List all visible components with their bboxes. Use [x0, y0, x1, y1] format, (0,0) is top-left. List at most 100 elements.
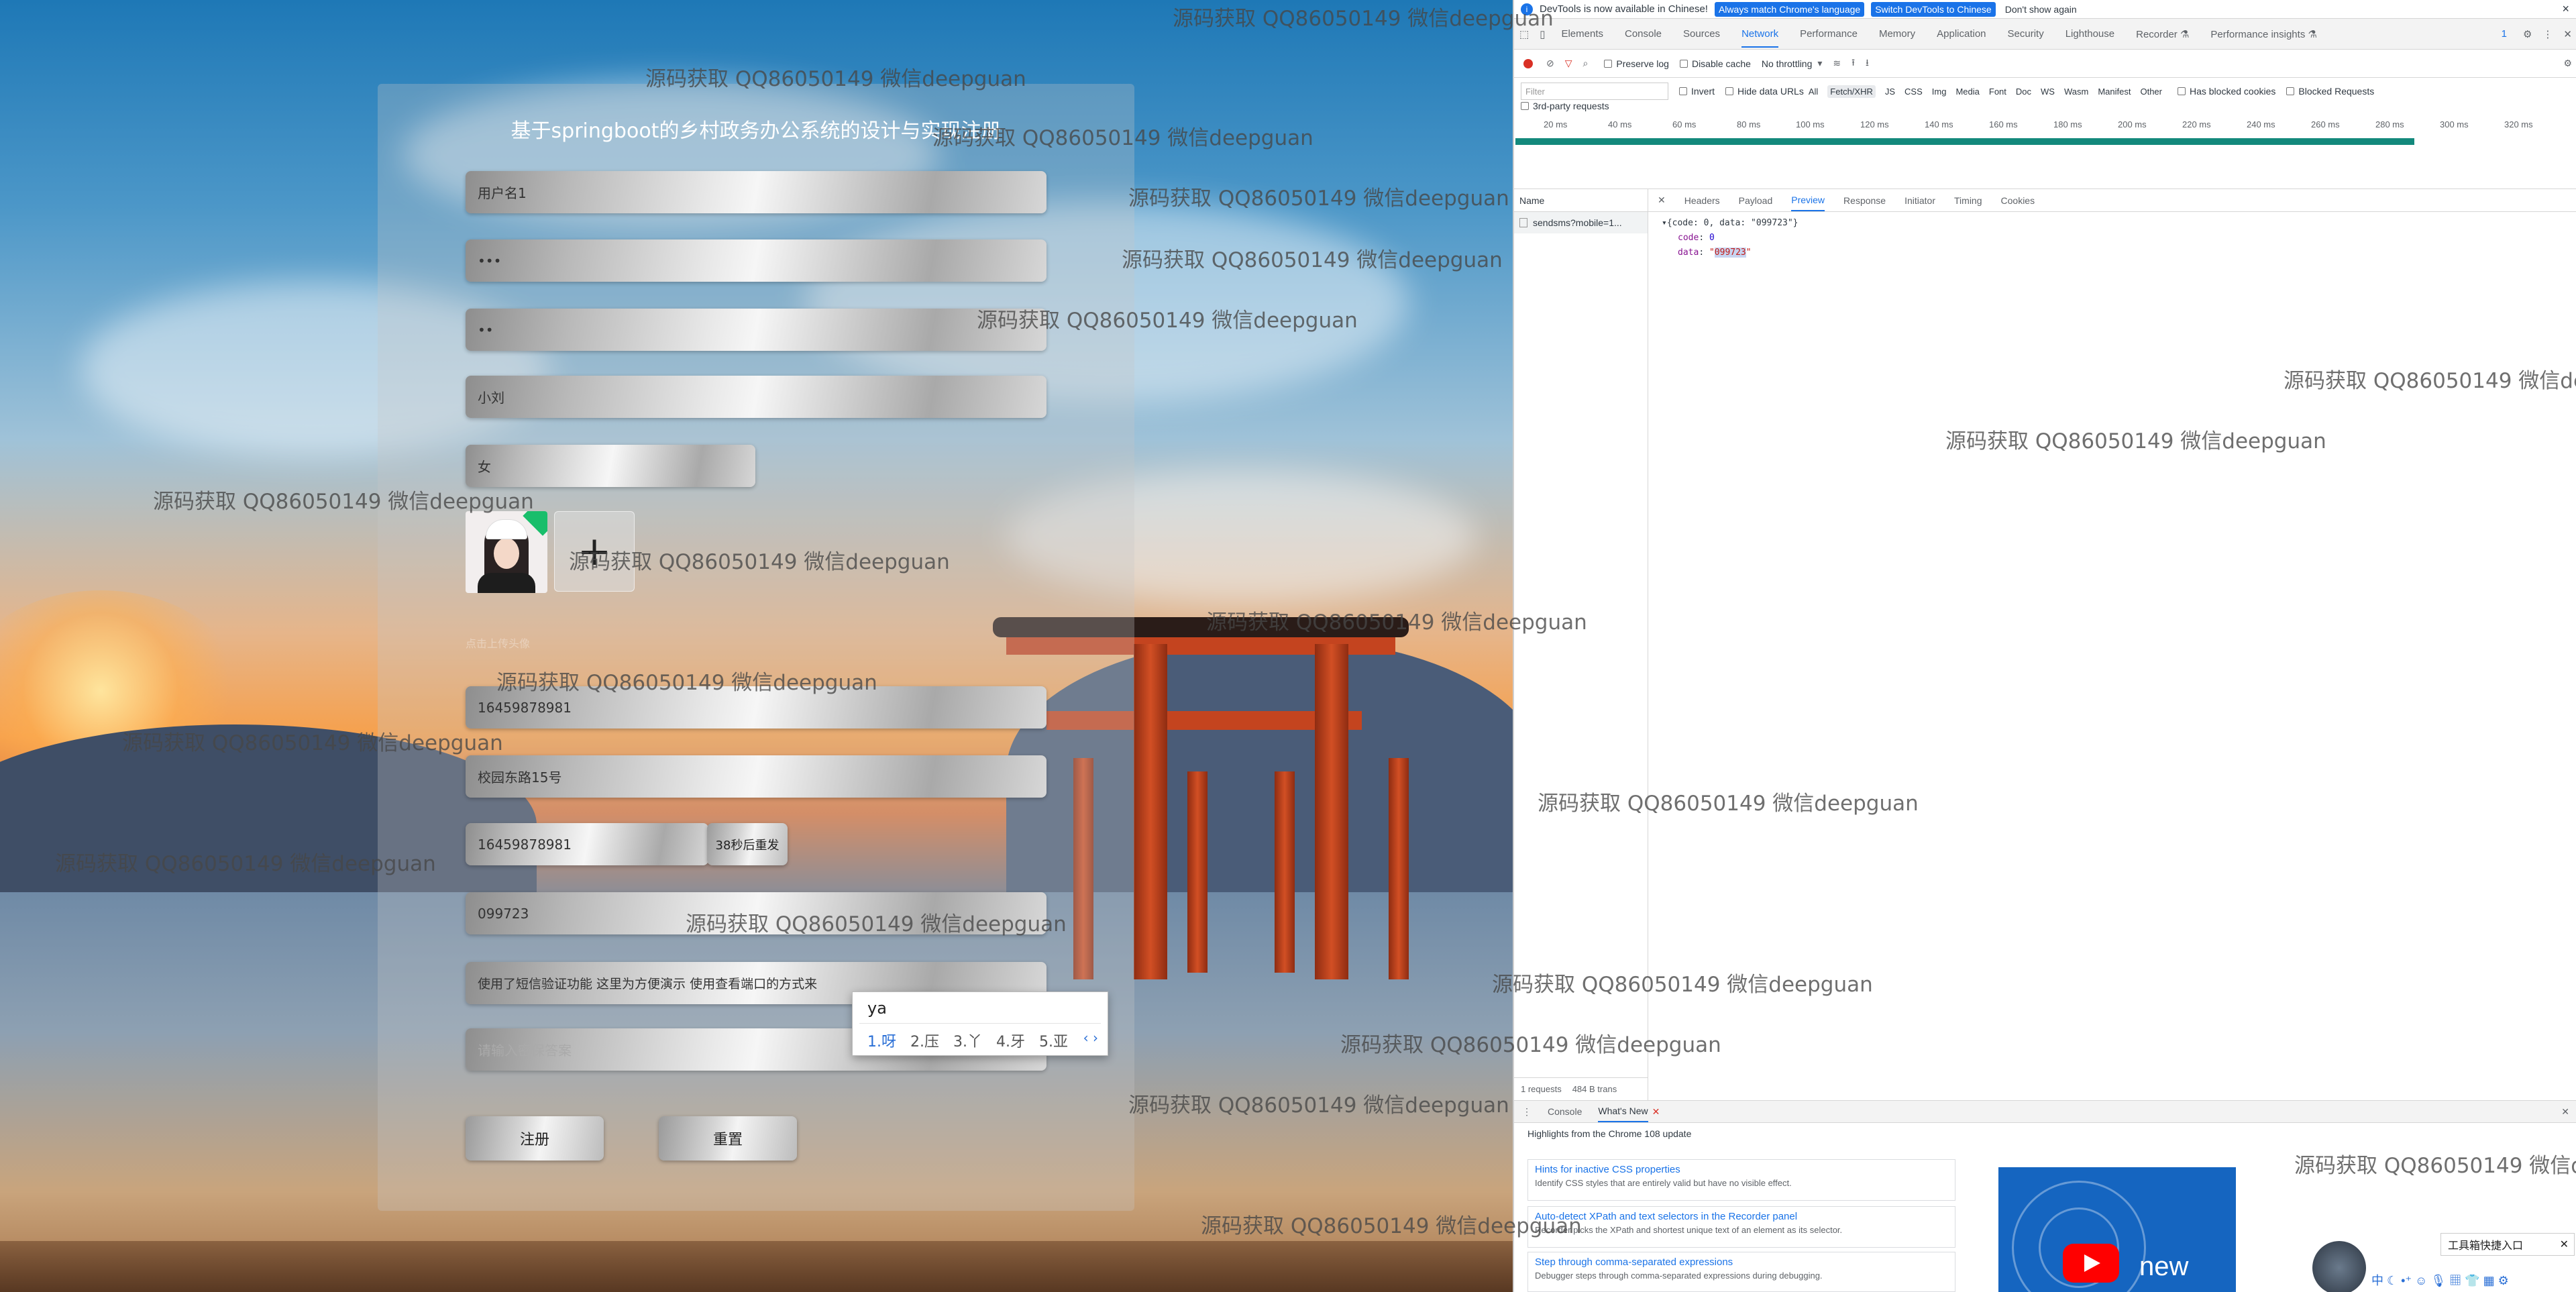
- tab-memory[interactable]: Memory: [1879, 28, 1915, 40]
- settings-icon[interactable]: ⚙: [2523, 28, 2532, 40]
- preserve-log-checkbox[interactable]: [1604, 59, 1613, 68]
- ime-candidate[interactable]: 2.压: [910, 1034, 939, 1051]
- match-language-button[interactable]: Always match Chrome's language: [1714, 1, 1865, 17]
- switch-chinese-button[interactable]: Switch DevTools to Chinese: [1871, 1, 1996, 17]
- whats-new-video[interactable]: new: [1998, 1167, 2236, 1292]
- confirm-password-input[interactable]: ••: [466, 309, 1046, 351]
- tab-network[interactable]: Network: [1741, 20, 1779, 48]
- timeline-tick: 160 ms: [1989, 119, 2018, 129]
- device-toolbar-icon[interactable]: ▯: [1540, 28, 1545, 40]
- filter-type[interactable]: CSS: [1904, 87, 1923, 97]
- drawer-tab-console[interactable]: Console: [1548, 1106, 1582, 1117]
- close-icon[interactable]: ×: [2562, 2, 2569, 16]
- record-icon[interactable]: [1523, 58, 1533, 68]
- import-icon[interactable]: ⭱: [1851, 56, 1855, 72]
- tab-response[interactable]: Response: [1843, 195, 1886, 206]
- ime-candidate[interactable]: 4.牙: [996, 1034, 1025, 1051]
- third-party-checkbox[interactable]: [1521, 102, 1529, 110]
- inspect-icon[interactable]: ⬚: [1519, 28, 1529, 40]
- reset-button[interactable]: 重置: [659, 1116, 797, 1161]
- export-icon[interactable]: ⭳: [1866, 56, 1869, 72]
- tab-application[interactable]: Application: [1937, 28, 1986, 40]
- invert-checkbox[interactable]: [1679, 87, 1687, 95]
- tab-headers[interactable]: Headers: [1684, 195, 1720, 206]
- register-button[interactable]: 注册: [466, 1116, 604, 1161]
- ime-page-arrows[interactable]: ‹ ›: [1083, 1030, 1098, 1046]
- tab-cookies[interactable]: Cookies: [2001, 195, 2035, 206]
- password-input[interactable]: •••: [466, 239, 1046, 282]
- blocked-cookies-checkbox[interactable]: [2177, 87, 2186, 95]
- ime-candidate[interactable]: 1.呀: [867, 1034, 896, 1051]
- avatar-thumbnail[interactable]: [466, 511, 547, 593]
- play-icon[interactable]: [2063, 1244, 2119, 1283]
- tab-preview[interactable]: Preview: [1791, 190, 1825, 211]
- tab-payload[interactable]: Payload: [1739, 195, 1773, 206]
- network-settings-icon[interactable]: ⚙: [2563, 58, 2572, 69]
- filter-type[interactable]: Font: [1989, 87, 2006, 97]
- filter-icon[interactable]: ▽: [1565, 58, 1572, 69]
- throttling-select[interactable]: No throttling: [1762, 58, 1812, 69]
- tab-performance[interactable]: Performance: [1800, 28, 1858, 40]
- address-input[interactable]: 校园东路15号: [466, 755, 1046, 798]
- issues-badge[interactable]: 1: [2502, 28, 2507, 40]
- ime-toolbar[interactable]: 中 ☾ •⁺ ☺ 🎙 ▦ 👕 ▦ ⚙: [2371, 1268, 2576, 1292]
- dont-show-again-button[interactable]: Don't show again: [2005, 4, 2077, 15]
- filter-type[interactable]: Wasm: [2064, 87, 2088, 97]
- whats-new-card[interactable]: Step through comma-separated expressions…: [1527, 1252, 1955, 1292]
- close-detail-icon[interactable]: ✕: [1658, 195, 1666, 206]
- close-drawer-icon[interactable]: ✕: [2561, 1106, 2569, 1118]
- network-conditions-icon[interactable]: ≋: [1833, 58, 1841, 69]
- filter-all[interactable]: All: [1809, 87, 1818, 97]
- tab-recorder[interactable]: Recorder ⚗: [2136, 28, 2189, 40]
- network-timeline[interactable]: 20 ms 40 ms 60 ms 80 ms 100 ms 120 ms 14…: [1514, 115, 2576, 189]
- filter-type[interactable]: Manifest: [2098, 87, 2131, 97]
- sms-code-input[interactable]: 099723: [466, 892, 1046, 934]
- search-icon[interactable]: ⌕: [1583, 58, 1589, 69]
- tab-initiator[interactable]: Initiator: [1904, 195, 1935, 206]
- hide-data-urls-checkbox[interactable]: [1725, 87, 1734, 95]
- close-icon[interactable]: ✕: [2560, 1238, 2569, 1251]
- filter-type[interactable]: Img: [1932, 87, 1947, 97]
- tab-performance-insights[interactable]: Performance insights ⚗: [2210, 28, 2317, 40]
- username-input[interactable]: 用户名1: [466, 171, 1046, 213]
- tab-lighthouse[interactable]: Lighthouse: [2065, 28, 2114, 40]
- close-tab-icon[interactable]: ✕: [1652, 1106, 1660, 1118]
- tab-security[interactable]: Security: [2008, 28, 2044, 40]
- tab-elements[interactable]: Elements: [1561, 28, 1603, 40]
- ime-candidate[interactable]: 3.丫: [953, 1034, 982, 1051]
- floating-assistant-avatar[interactable]: [2312, 1241, 2366, 1292]
- whats-new-card[interactable]: Auto-detect XPath and text selectors in …: [1527, 1206, 1955, 1248]
- gender-select[interactable]: 女: [466, 445, 755, 487]
- close-devtools-icon[interactable]: ✕: [2563, 28, 2572, 40]
- avatar-upload-button[interactable]: +: [554, 511, 635, 592]
- tab-console[interactable]: Console: [1625, 28, 1662, 40]
- clear-icon[interactable]: ⊘: [1546, 58, 1554, 69]
- whats-new-card[interactable]: Hints for inactive CSS properties Identi…: [1527, 1159, 1955, 1201]
- name-column-header[interactable]: Name: [1514, 189, 1648, 212]
- request-row[interactable]: sendsms?mobile=1...: [1514, 212, 1648, 233]
- send-sms-button[interactable]: 38秒后重发: [707, 823, 788, 865]
- more-icon[interactable]: ⋮: [2542, 28, 2553, 40]
- drawer-menu-icon[interactable]: ⋮: [1522, 1106, 1532, 1118]
- tab-sources[interactable]: Sources: [1683, 28, 1720, 40]
- filter-type[interactable]: Media: [1955, 87, 1979, 97]
- filter-type[interactable]: Other: [2140, 87, 2162, 97]
- json-summary[interactable]: ▾{code: 0, data: "099723"}: [1662, 216, 1799, 231]
- filter-type[interactable]: WS: [2041, 87, 2055, 97]
- ime-candidate[interactable]: 5.亚: [1039, 1034, 1068, 1051]
- disable-cache-checkbox[interactable]: [1679, 59, 1688, 68]
- phone-input[interactable]: 16459878981: [466, 686, 1046, 729]
- tab-timing[interactable]: Timing: [1954, 195, 1982, 206]
- blocked-requests-checkbox[interactable]: [2286, 87, 2295, 95]
- json-preview[interactable]: ▾{code: 0, data: "099723"} code: 0 data:…: [1662, 216, 1799, 260]
- toolbox-shortcut[interactable]: 工具箱快捷入口 ✕: [2440, 1233, 2575, 1256]
- chevron-down-icon[interactable]: ▾: [1817, 58, 1822, 69]
- sms-phone-input[interactable]: 16459878981: [466, 823, 708, 865]
- name-input[interactable]: 小刘: [466, 376, 1046, 418]
- filter-type[interactable]: Fetch/XHR: [1827, 85, 1876, 98]
- ime-candidates[interactable]: 1.呀 2.压 3.丫 4.牙 5.亚: [867, 1030, 1077, 1051]
- filter-type[interactable]: Doc: [2016, 87, 2031, 97]
- drawer-tab-whats-new[interactable]: What's New: [1598, 1101, 1648, 1122]
- filter-type[interactable]: JS: [1885, 87, 1895, 97]
- blocked-cookies-label: Has blocked cookies: [2189, 86, 2276, 97]
